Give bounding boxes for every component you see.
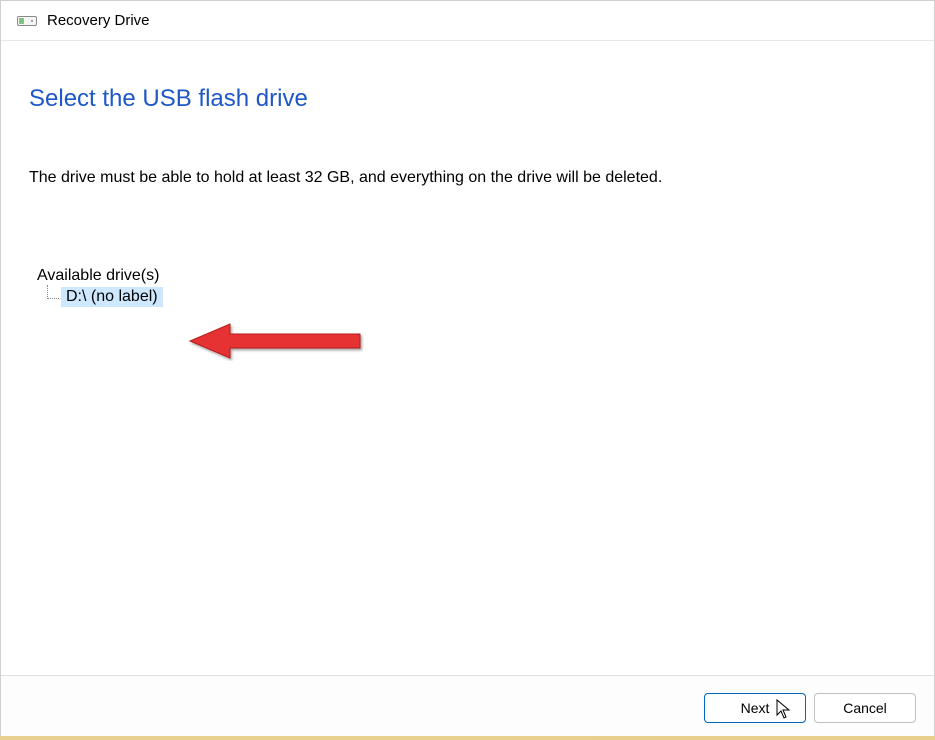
available-drives-label: Available drive(s): [37, 267, 906, 285]
cancel-button[interactable]: Cancel: [814, 693, 916, 723]
page-heading: Select the USB flash drive: [29, 85, 906, 113]
content-area: Select the USB flash drive The drive mus…: [1, 41, 934, 675]
window-title: Recovery Drive: [47, 12, 150, 29]
bottom-accent-bar: [0, 736, 935, 740]
drive-item-d[interactable]: D:\ (no label): [61, 287, 163, 307]
next-button[interactable]: Next: [704, 693, 806, 723]
footer: Next Cancel: [1, 675, 934, 739]
recovery-drive-window: Recovery Drive Select the USB flash driv…: [0, 0, 935, 740]
arrow-annotation: [185, 321, 365, 366]
titlebar: Recovery Drive: [1, 1, 934, 41]
drive-tree: D:\ (no label): [47, 287, 906, 307]
drive-icon: [17, 14, 37, 28]
tree-connector: [47, 285, 59, 299]
drives-section: Available drive(s) D:\ (no label): [37, 267, 906, 307]
description-text: The drive must be able to hold at least …: [29, 169, 906, 187]
